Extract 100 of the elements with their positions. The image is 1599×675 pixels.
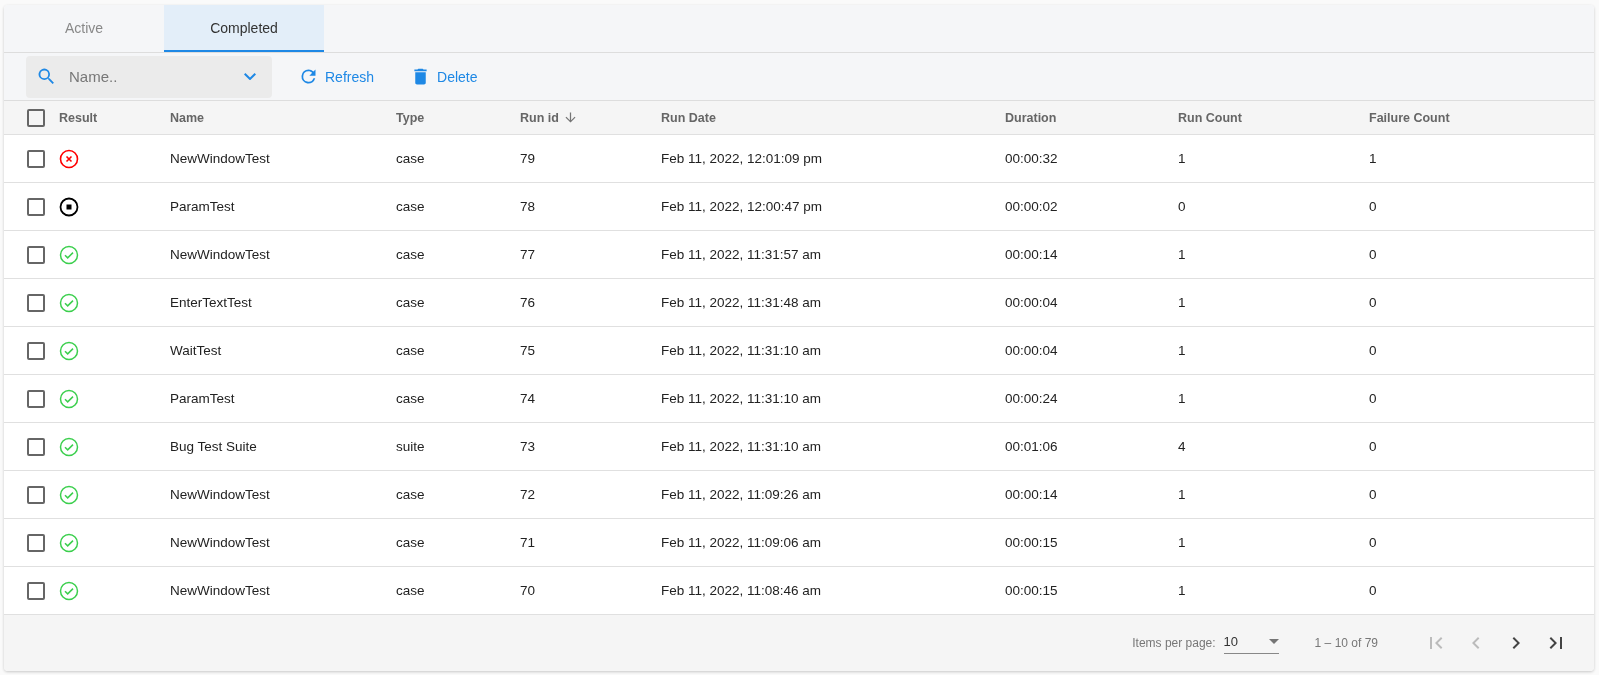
duration-cell: 00:00:02 (1005, 199, 1058, 214)
type-cell: case (396, 151, 425, 166)
type-cell: case (396, 535, 425, 550)
row-checkbox[interactable] (27, 245, 45, 264)
run-id-cell: 76 (520, 295, 536, 310)
duration-cell: 00:00:04 (1005, 343, 1058, 358)
check-circle-icon (59, 532, 79, 553)
run-id-cell: 78 (520, 199, 536, 214)
run-count-cell: 1 (1178, 535, 1186, 550)
type-cell: case (396, 583, 425, 598)
duration-cell: 00:00:24 (1005, 391, 1058, 406)
run-id-cell: 71 (520, 535, 536, 550)
page-range-label: 1 – 10 of 79 (1314, 636, 1378, 650)
name-cell: NewWindowTest (170, 535, 270, 550)
run-count-cell: 1 (1178, 487, 1186, 502)
row-checkbox[interactable] (27, 341, 45, 360)
row-checkbox[interactable] (27, 533, 45, 552)
duration-cell: 00:00:04 (1005, 295, 1058, 310)
delete-button[interactable]: Delete (400, 60, 488, 93)
run-count-cell: 1 (1178, 391, 1186, 406)
run-date-cell: Feb 11, 2022, 12:00:47 pm (661, 199, 823, 214)
refresh-button[interactable]: Refresh (288, 60, 385, 93)
duration-cell: 00:00:15 (1005, 535, 1058, 550)
column-header[interactable]: Run Count (1178, 110, 1242, 125)
type-cell: case (396, 343, 425, 358)
tab[interactable]: Completed (164, 5, 324, 52)
run-count-cell: 4 (1178, 439, 1186, 454)
run-date-cell: Feb 11, 2022, 11:31:10 am (661, 439, 822, 454)
failure-count-cell: 0 (1369, 487, 1377, 502)
duration-cell: 00:00:14 (1005, 247, 1058, 262)
type-cell: case (396, 295, 425, 310)
check-circle-icon (59, 436, 79, 457)
row-checkbox[interactable] (27, 581, 45, 600)
search-field[interactable]: Name.. (26, 55, 272, 98)
run-id-cell: 70 (520, 583, 536, 598)
name-cell: ParamTest (170, 199, 235, 214)
failure-count-cell: 0 (1369, 247, 1377, 262)
run-id-cell: 75 (520, 343, 536, 358)
error-x-icon (59, 148, 79, 169)
run-date-cell: Feb 11, 2022, 11:08:46 am (661, 583, 822, 598)
run-date-cell: Feb 11, 2022, 11:31:48 am (661, 295, 822, 310)
column-header[interactable]: Type (396, 110, 425, 125)
failure-count-cell: 0 (1369, 391, 1377, 406)
name-cell: NewWindowTest (170, 487, 270, 502)
run-count-cell: 1 (1178, 583, 1186, 598)
duration-cell: 00:01:06 (1005, 439, 1058, 454)
name-cell: ParamTest (170, 391, 235, 406)
row-checkbox[interactable] (27, 197, 45, 216)
run-count-cell: 1 (1178, 247, 1186, 262)
name-cell: Bug Test Suite (170, 439, 257, 454)
failure-count-cell: 0 (1369, 583, 1377, 598)
run-count-cell: 1 (1178, 343, 1186, 358)
run-id-cell: 72 (520, 487, 536, 502)
name-cell: NewWindowTest (170, 583, 270, 598)
stop-icon (59, 196, 79, 217)
tab[interactable]: Active (4, 5, 164, 52)
row-checkbox[interactable] (27, 389, 45, 408)
run-id-cell: 74 (520, 391, 536, 406)
duration-cell: 00:00:15 (1005, 583, 1058, 598)
column-header[interactable]: Failure Count (1369, 110, 1450, 125)
type-cell: case (396, 199, 425, 214)
name-cell: WaitTest (170, 343, 222, 358)
run-date-cell: Feb 11, 2022, 11:31:10 am (661, 343, 822, 358)
run-date-cell: Feb 11, 2022, 11:31:10 am (661, 391, 822, 406)
name-cell: NewWindowTest (170, 247, 270, 262)
duration-cell: 00:00:32 (1005, 151, 1058, 166)
run-count-cell: 1 (1178, 295, 1186, 310)
row-checkbox[interactable] (27, 485, 45, 504)
type-cell: case (396, 487, 425, 502)
run-date-cell: Feb 11, 2022, 11:09:06 am (661, 535, 822, 550)
dropdown-arrow-icon (1268, 639, 1279, 644)
failure-count-cell: 0 (1369, 199, 1377, 214)
failure-count-cell: 1 (1369, 151, 1377, 166)
column-header[interactable]: Run Date (661, 110, 716, 125)
items-per-page-label: Items per page: (1132, 636, 1216, 650)
failure-count-cell: 0 (1369, 439, 1377, 454)
row-checkbox[interactable] (27, 293, 45, 312)
column-header[interactable]: Run id (520, 110, 559, 125)
column-header[interactable]: Duration (1005, 110, 1057, 125)
run-id-cell: 77 (520, 247, 536, 262)
column-header[interactable]: Result (59, 110, 98, 125)
row-checkbox[interactable] (27, 149, 45, 168)
search-input[interactable]: Name.. (67, 67, 234, 86)
check-circle-icon (59, 484, 79, 505)
type-cell: case (396, 247, 425, 262)
name-cell: NewWindowTest (170, 151, 270, 166)
check-circle-icon (59, 244, 79, 265)
select-all-checkbox[interactable] (27, 108, 45, 127)
row-checkbox[interactable] (27, 437, 45, 456)
check-circle-icon (59, 340, 79, 361)
check-circle-icon (59, 388, 79, 409)
failure-count-cell: 0 (1369, 343, 1377, 358)
run-count-cell: 0 (1178, 199, 1186, 214)
run-date-cell: Feb 11, 2022, 11:31:57 am (661, 247, 822, 262)
run-date-cell: Feb 11, 2022, 11:09:26 am (661, 487, 822, 502)
failure-count-cell: 0 (1369, 535, 1377, 550)
page-size-select[interactable]: 10 (1223, 632, 1279, 654)
run-date-cell: Feb 11, 2022, 12:01:09 pm (661, 151, 823, 166)
duration-cell: 00:00:14 (1005, 487, 1058, 502)
column-header[interactable]: Name (170, 110, 205, 125)
